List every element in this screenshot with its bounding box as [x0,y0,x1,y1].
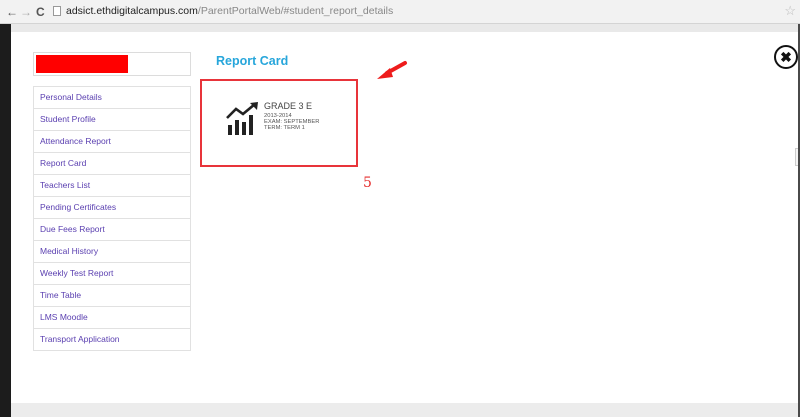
sidebar-item-attendance-report[interactable]: Attendance Report [34,131,190,153]
close-icon: ✖ [780,49,792,65]
term-label: TERM: TERM 1 [264,125,305,131]
report-card-tile[interactable]: GRADE 3 E 2013-2014 EXAM: SEPTEMBER TERM… [200,79,358,167]
sidebar-item-report-card[interactable]: Report Card [34,153,190,175]
sidebar-item-lms-moodle[interactable]: LMS Moodle [34,307,190,329]
student-name-box [33,52,191,76]
url-path: /ParentPortalWeb/#student_report_details [197,5,394,17]
growth-chart-icon [226,102,258,135]
sidebar-item-personal-details[interactable]: Personal Details [34,87,190,109]
page-icon [53,6,61,16]
scrollbar-handle[interactable] [795,148,798,166]
sidebar-item-due-fees-report[interactable]: Due Fees Report [34,219,190,241]
sidebar-item-teachers-list[interactable]: Teachers List [34,175,190,197]
bookmark-star-icon[interactable]: ☆ [784,3,796,19]
annotation-arrow-icon [377,61,407,79]
sidebar-item-pending-certificates[interactable]: Pending Certificates [34,197,190,219]
modal-top-edge [11,24,798,32]
sidebar-item-transport-application[interactable]: Transport Application [34,329,190,351]
forward-arrow-icon[interactable]: → [20,5,32,19]
sidebar-item-medical-history[interactable]: Medical History [34,241,190,263]
close-button[interactable]: ✖ [774,45,798,69]
address-bar[interactable]: adsict.ethdigitalcampus.com/ParentPortal… [66,5,393,18]
sidebar-item-student-profile[interactable]: Student Profile [34,109,190,131]
sidebar-item-time-table[interactable]: Time Table [34,285,190,307]
page-title: Report Card [216,54,289,68]
overlay-backdrop-left [0,24,11,417]
back-arrow-icon[interactable]: ← [6,5,18,19]
student-name-redacted [36,55,128,73]
sidebar-nav: Personal Details Student Profile Attenda… [33,86,191,351]
sidebar-item-weekly-test-report[interactable]: Weekly Test Report [34,263,190,285]
reload-icon[interactable]: C [36,5,45,19]
url-host: adsict.ethdigitalcampus.com [66,5,198,17]
grade-label: GRADE 3 E [264,101,313,111]
browser-toolbar: ← → C adsict.ethdigitalcampus.com/Parent… [0,0,800,24]
annotation-step-number: 5 [363,175,372,191]
modal-footer [11,403,798,417]
